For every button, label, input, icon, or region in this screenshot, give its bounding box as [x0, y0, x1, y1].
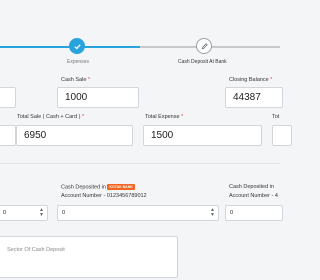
step-bank-pencil-icon[interactable] — [196, 38, 212, 54]
sector-of-deposit-textarea[interactable]: Sector Of Cash Deposit — [0, 236, 178, 278]
partial-field-box[interactable] — [0, 87, 16, 108]
sector-placeholder: Sector Of Cash Deposit — [7, 247, 65, 253]
number-stepper-icon[interactable]: ▲ ▼ — [210, 208, 215, 218]
deposit-bank-label-2: Cash Deposited in — [229, 184, 274, 190]
number-stepper-icon[interactable]: ▲ ▼ — [39, 208, 44, 218]
deposit-amount-field-2[interactable]: 0 — [225, 205, 283, 221]
total-expense-field[interactable]: 1500 — [143, 125, 262, 146]
account-number-1: Account Number - 0123456789012 — [61, 193, 147, 199]
total-cut-label: Tot — [272, 114, 280, 120]
progress-stepper: Expenses Cash Deposit At Bank — [0, 0, 280, 72]
cash-sale-field[interactable]: 1000 — [57, 87, 139, 108]
total-expense-label: Total Expense * — [145, 114, 184, 120]
total-sale-label: Total Sale ( Cash + Card ) * — [17, 114, 85, 120]
kotak-bank-logo: KOTAK BANK — [107, 184, 135, 190]
deposit-amount-field-0[interactable]: 0 ▲ ▼ — [0, 205, 48, 221]
step-bank-label: Cash Deposit At Bank — [178, 59, 227, 65]
deposit-bank-label: Cash Deposited in KOTAK BANK — [61, 184, 135, 191]
partial-field-box-2[interactable] — [0, 125, 16, 146]
closing-balance-field[interactable]: 44387 — [225, 87, 283, 108]
step-expenses-check-icon[interactable] — [69, 38, 85, 54]
section-divider — [0, 163, 280, 164]
cash-sale-label: Cash Sale * — [61, 77, 91, 83]
closing-balance-label: Closing Balance * — [229, 77, 273, 83]
partial-field-box-3[interactable] — [272, 125, 292, 146]
total-sale-field[interactable]: 6950 — [16, 125, 133, 146]
account-number-2: Account Number - 4 — [229, 193, 278, 199]
deposit-amount-field-1[interactable]: 0 ▲ ▼ — [57, 205, 219, 221]
step-expenses-label: Expenses — [67, 59, 89, 65]
